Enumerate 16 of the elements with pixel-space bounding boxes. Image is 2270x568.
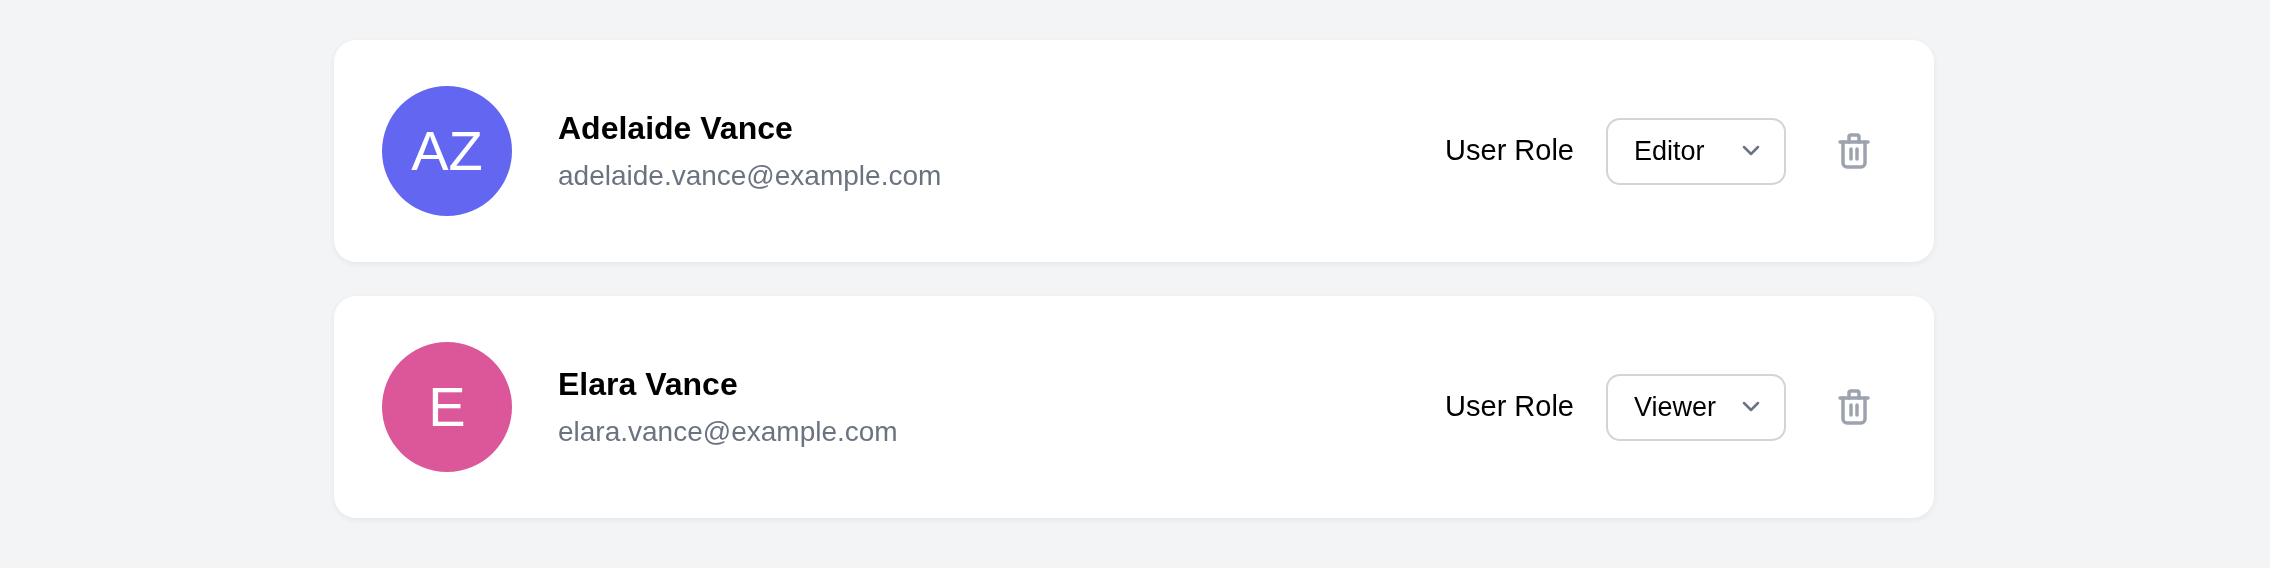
trash-icon [1838, 133, 1870, 169]
user-email: adelaide.vance@example.com [558, 159, 942, 193]
chevron-down-icon [1742, 145, 1760, 157]
chevron-down-icon [1742, 401, 1760, 413]
trash-icon [1838, 389, 1870, 425]
role-dropdown[interactable]: Viewer [1606, 373, 1786, 441]
user-email: elara.vance@example.com [558, 415, 898, 449]
delete-button[interactable] [1838, 133, 1870, 169]
user-name: Adelaide Vance [558, 109, 794, 148]
delete-button[interactable] [1838, 389, 1870, 425]
user-name: Elara Vance [558, 365, 739, 404]
role-label: User Role [1445, 133, 1574, 169]
avatar: E [382, 342, 512, 472]
role-label: User Role [1445, 389, 1574, 425]
avatar: AZ [382, 86, 512, 216]
role-dropdown[interactable]: Editor [1606, 117, 1786, 185]
